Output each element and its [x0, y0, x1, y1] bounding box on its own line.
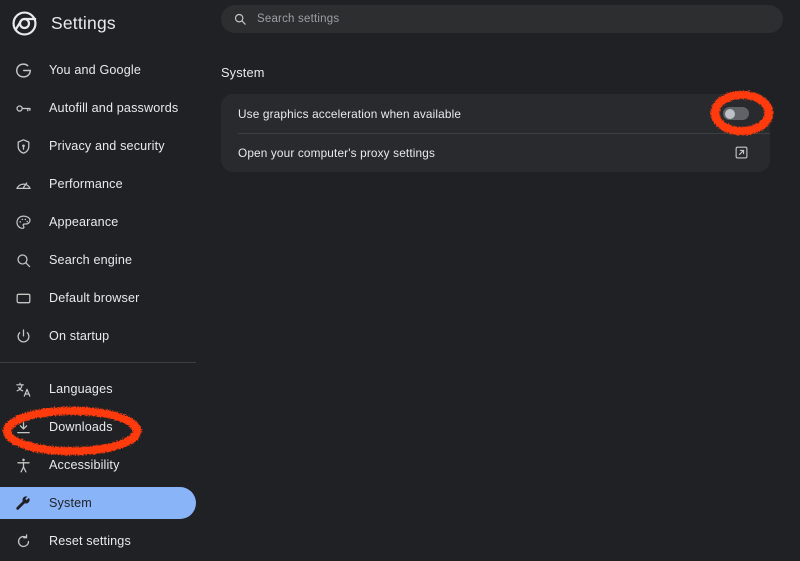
- sidebar-group-primary: You and Google Autofill and passwords Pr…: [0, 46, 210, 352]
- external-link-icon[interactable]: [734, 145, 749, 160]
- chrome-logo-icon: [12, 10, 37, 36]
- shield-icon: [14, 137, 32, 155]
- system-settings-card: Use graphics acceleration when available…: [221, 94, 770, 172]
- translate-icon: [14, 380, 32, 398]
- graphics-acceleration-toggle[interactable]: [723, 107, 749, 120]
- sidebar-item-label: Autofill and passwords: [49, 101, 179, 115]
- sidebar-item-label: Appearance: [49, 215, 119, 229]
- sidebar-item-label: Default browser: [49, 291, 140, 305]
- speedometer-icon: [14, 175, 32, 193]
- sidebar-item-label: System: [49, 496, 92, 510]
- sidebar-group-secondary: Languages Downloads Accessibility System…: [0, 373, 210, 557]
- sidebar-item-label: Privacy and security: [49, 139, 165, 153]
- sidebar-item-default-browser[interactable]: Default browser: [0, 282, 196, 314]
- sidebar-item-privacy-and-security[interactable]: Privacy and security: [0, 130, 196, 162]
- search-settings-bar[interactable]: [221, 5, 783, 33]
- page-title: Settings: [51, 12, 116, 33]
- google-g-icon: [14, 61, 32, 79]
- row-graphics-acceleration[interactable]: Use graphics acceleration when available: [221, 94, 770, 133]
- toggle-knob: [724, 108, 735, 119]
- sidebar-item-label: Accessibility: [49, 458, 120, 472]
- power-icon: [14, 327, 32, 345]
- sidebar-item-languages[interactable]: Languages: [0, 373, 196, 405]
- sidebar-item-label: Downloads: [49, 420, 113, 434]
- magnifier-icon: [14, 251, 32, 269]
- sidebar-item-system[interactable]: System: [0, 487, 196, 519]
- sidebar-item-accessibility[interactable]: Accessibility: [0, 449, 196, 481]
- section-heading: System: [221, 65, 265, 80]
- sidebar-item-label: Reset settings: [49, 534, 131, 548]
- search-icon: [233, 12, 247, 26]
- sidebar-item-on-startup[interactable]: On startup: [0, 320, 196, 352]
- sidebar-item-you-and-google[interactable]: You and Google: [0, 54, 196, 86]
- row-proxy-settings[interactable]: Open your computer's proxy settings: [221, 133, 770, 172]
- settings-brand-header: Settings: [0, 0, 210, 46]
- sidebar-item-label: You and Google: [49, 63, 141, 77]
- sidebar-item-autofill-and-passwords[interactable]: Autofill and passwords: [0, 92, 196, 124]
- sidebar-item-performance[interactable]: Performance: [0, 168, 196, 200]
- download-icon: [14, 418, 32, 436]
- sidebar-item-reset-settings[interactable]: Reset settings: [0, 525, 196, 557]
- palette-icon: [14, 213, 32, 231]
- key-icon: [14, 99, 32, 117]
- main-content: System Use graphics acceleration when av…: [210, 0, 800, 561]
- sidebar-item-label: On startup: [49, 329, 110, 343]
- sidebar-item-appearance[interactable]: Appearance: [0, 206, 196, 238]
- sidebar: Settings You and Google Autofill and pas…: [0, 0, 210, 561]
- sidebar-item-label: Performance: [49, 177, 123, 191]
- sidebar-item-label: Search engine: [49, 253, 133, 267]
- wrench-icon: [14, 494, 32, 512]
- sidebar-item-search-engine[interactable]: Search engine: [0, 244, 196, 276]
- sidebar-item-label: Languages: [49, 382, 113, 396]
- row-label: Open your computer's proxy settings: [238, 145, 435, 160]
- sidebar-item-downloads[interactable]: Downloads: [0, 411, 196, 443]
- browser-window-icon: [14, 289, 32, 307]
- search-input[interactable]: [257, 13, 737, 25]
- reset-icon: [14, 532, 32, 550]
- row-label: Use graphics acceleration when available: [238, 106, 462, 121]
- sidebar-divider-1: [0, 362, 196, 363]
- accessibility-icon: [14, 456, 32, 474]
